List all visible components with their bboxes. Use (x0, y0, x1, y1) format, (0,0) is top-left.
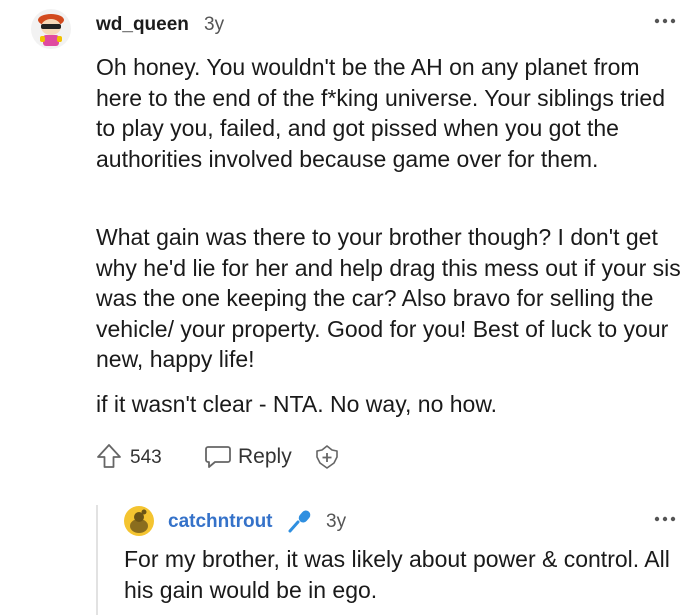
reply-button[interactable]: Reply (204, 443, 292, 471)
comment-paragraph: What gain was there to your brother thou… (96, 224, 681, 372)
reply-age: 3y (326, 511, 347, 532)
more-dots-icon[interactable] (652, 14, 678, 28)
reply-username[interactable]: catchntrout (168, 511, 273, 533)
comment-username[interactable]: wd_queen (96, 14, 189, 36)
microphone-icon (288, 510, 311, 533)
thread-line[interactable] (96, 505, 98, 615)
comment-paragraph: Oh honey. You wouldn't be the AH on any … (96, 54, 665, 172)
reply-user-avatar[interactable] (124, 506, 154, 536)
more-dots-icon[interactable] (652, 512, 678, 526)
comment-age: 3y (204, 14, 225, 35)
user-avatar[interactable] (30, 8, 72, 50)
vote-score: 543 (130, 447, 162, 468)
upvote-arrow-icon[interactable] (96, 443, 122, 469)
reply-text: For my brother, it was likely about powe… (124, 546, 670, 603)
reply-label: Reply (238, 445, 292, 468)
speech-bubble-icon (205, 446, 231, 468)
comment-paragraph: if it wasn't clear - NTA. No way, no how… (96, 391, 498, 417)
award-plus-icon[interactable] (314, 444, 340, 470)
